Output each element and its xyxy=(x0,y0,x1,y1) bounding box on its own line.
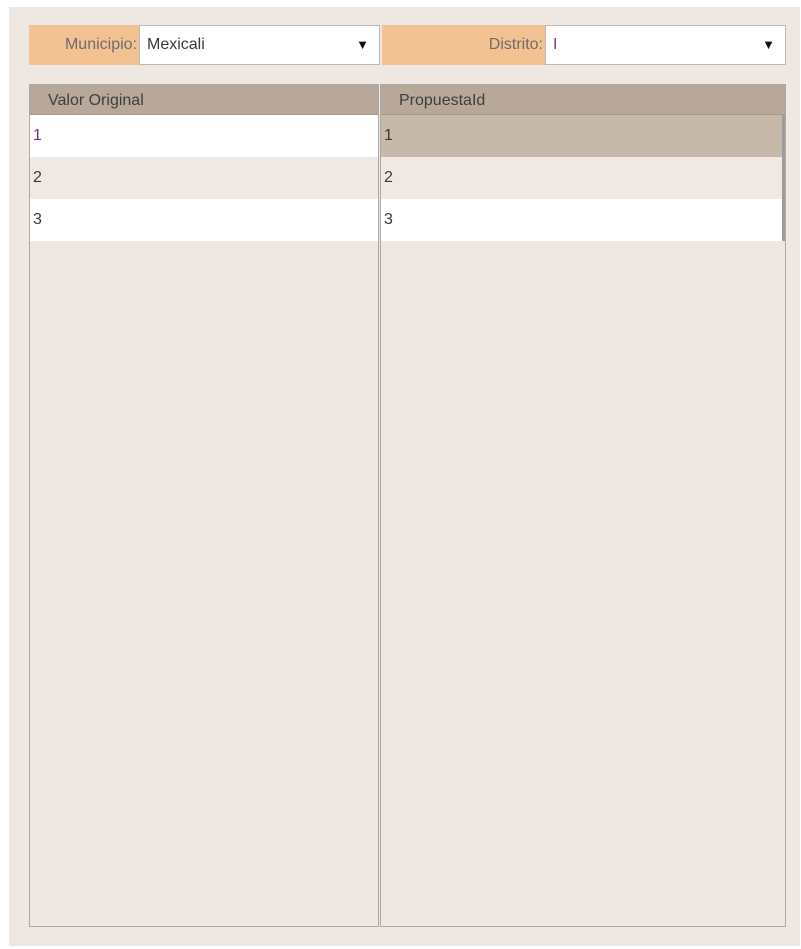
municipio-select[interactable]: Mexicali ▼ xyxy=(139,25,380,65)
dropdown-arrow-icon: ▼ xyxy=(762,37,775,52)
list-item[interactable]: 3 xyxy=(381,199,785,241)
propuesta-list[interactable]: PropuestaId 1 2 3 xyxy=(380,84,786,927)
list-item[interactable]: 1 xyxy=(30,115,378,157)
list-item-label: 1 xyxy=(384,127,393,144)
distrito-select-value: I xyxy=(553,36,558,53)
municipio-label: Municipio: xyxy=(29,25,139,65)
list-item-label: 3 xyxy=(384,211,393,228)
list-header-original: Valor Original xyxy=(30,85,378,115)
list-header-propuesta: PropuestaId xyxy=(381,85,785,115)
list-item[interactable]: 2 xyxy=(30,157,378,199)
list-item-label: 2 xyxy=(33,169,42,186)
list-item-selected[interactable]: 1 xyxy=(381,115,785,157)
distrito-select[interactable]: I ▼ xyxy=(545,25,786,65)
list-scrollbar[interactable] xyxy=(782,115,785,241)
original-values-list[interactable]: Valor Original 1 2 3 xyxy=(29,84,379,927)
list-item-label: 2 xyxy=(384,169,393,186)
list-item[interactable]: 3 xyxy=(30,199,378,241)
list-item-label: 3 xyxy=(33,211,42,228)
municipio-select-value: Mexicali xyxy=(147,36,205,53)
list-item[interactable]: 2 xyxy=(381,157,785,199)
dropdown-arrow-icon: ▼ xyxy=(356,37,369,52)
distrito-label: Distrito: xyxy=(382,25,545,65)
main-panel: Municipio: Mexicali ▼ Distrito: I ▼ Valo… xyxy=(9,7,800,946)
list-item-label: 1 xyxy=(33,127,42,144)
